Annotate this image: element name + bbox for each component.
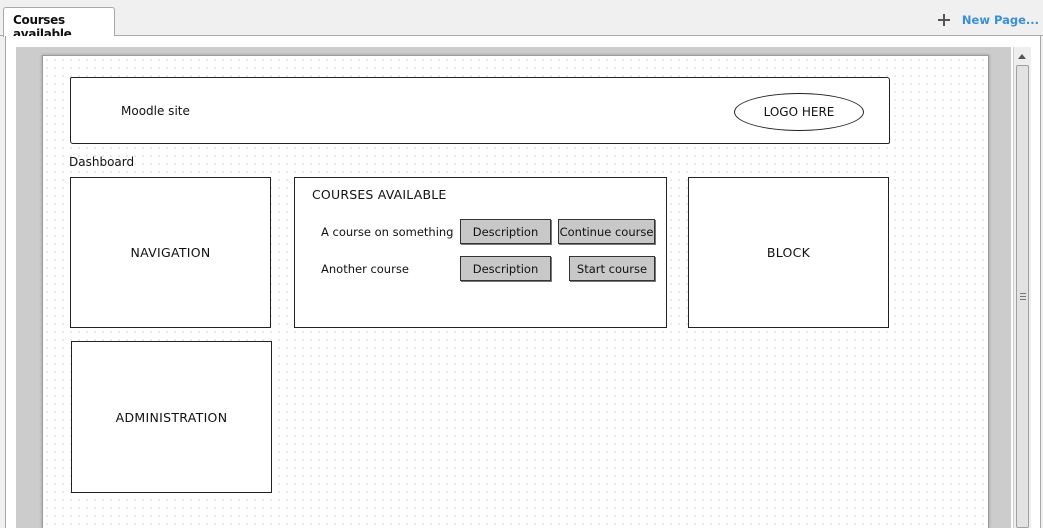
- logo-text: LOGO HERE: [763, 105, 835, 119]
- block-label: BLOCK: [766, 245, 811, 260]
- logo-placeholder: LOGO HERE: [734, 93, 864, 131]
- new-page-button[interactable]: New Page...: [937, 11, 1039, 29]
- breadcrumb: Dashboard: [69, 155, 135, 169]
- grip-icon: [1020, 293, 1026, 300]
- administration-label: ADMINISTRATION: [115, 409, 228, 425]
- site-title: Moodle site: [121, 104, 190, 118]
- continue-course-label: Continue course: [559, 224, 654, 239]
- block-placeholder: BLOCK: [688, 177, 889, 328]
- new-page-label: New Page...: [961, 13, 1039, 27]
- site-header: Moodle site LOGO HERE: [70, 77, 890, 144]
- navigation-block: NAVIGATION: [70, 177, 271, 328]
- scroll-up-arrow-icon[interactable]: [1018, 54, 1026, 59]
- description-button[interactable]: Description: [460, 256, 551, 281]
- description-button-label: Description: [472, 224, 539, 239]
- vertical-scrollbar[interactable]: [1013, 47, 1031, 528]
- course-name: A course on something: [321, 225, 454, 239]
- description-button[interactable]: Description: [460, 219, 551, 244]
- scroll-thumb[interactable]: [1016, 65, 1029, 528]
- courses-available-block: COURSES AVAILABLE A course on something …: [294, 177, 667, 328]
- plus-icon: [937, 13, 951, 27]
- start-course-button[interactable]: Start course: [569, 256, 655, 281]
- start-course-label: Start course: [576, 261, 648, 276]
- course-name: Another course: [321, 262, 409, 276]
- tab-courses-available[interactable]: Courses available: [3, 7, 115, 41]
- continue-course-button[interactable]: Continue course: [558, 219, 655, 244]
- navigation-label: NAVIGATION: [130, 245, 211, 260]
- tab-bar: Courses available New Page...: [0, 0, 1043, 41]
- courses-title: COURSES AVAILABLE: [312, 187, 447, 202]
- administration-block: ADMINISTRATION: [71, 341, 272, 493]
- description-button-label: Description: [472, 261, 539, 276]
